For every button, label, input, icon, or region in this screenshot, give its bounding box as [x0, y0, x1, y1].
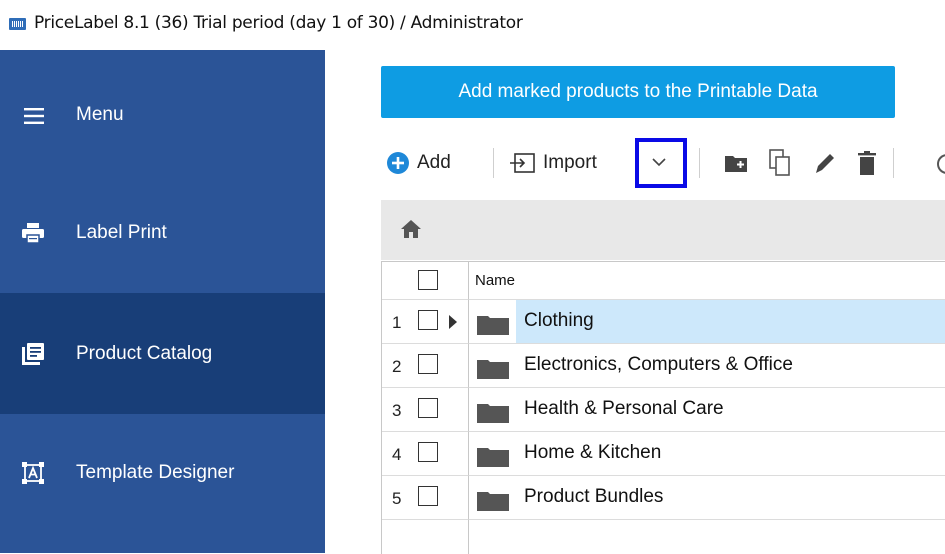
- sidebar-item-label: Template Designer: [76, 462, 235, 483]
- sidebar-item-label: Label Print: [76, 222, 167, 243]
- sidebar-item-template-designer[interactable]: Template Designer: [0, 414, 325, 535]
- table-row[interactable]: 5 Product Bundles: [382, 476, 945, 520]
- row-checkbox[interactable]: [418, 442, 438, 462]
- table-row[interactable]: 3 Health & Personal Care: [382, 388, 945, 432]
- title-bar: PriceLabel 8.1 (36) Trial period (day 1 …: [0, 0, 945, 50]
- row-name: Electronics, Computers & Office: [524, 354, 793, 375]
- row-index: 1: [392, 313, 402, 332]
- menu-label: Menu: [76, 104, 124, 125]
- template-icon: [22, 462, 44, 484]
- product-grid: Name 1 Clothing 2 Electronics, Computers…: [381, 261, 945, 554]
- folder-icon: [477, 316, 509, 335]
- folder-icon: [477, 492, 509, 511]
- printer-icon: [22, 223, 44, 244]
- row-index: 5: [392, 489, 402, 508]
- folder-icon: [477, 404, 509, 423]
- hamburger-icon: [24, 108, 44, 124]
- table-row[interactable]: 4 Home & Kitchen: [382, 432, 945, 476]
- toolbar-divider: [493, 148, 494, 178]
- sidebar-item-label: Product Catalog: [76, 343, 213, 364]
- sidebar-item-label-print[interactable]: Label Print: [0, 172, 325, 293]
- edit-pencil-icon[interactable]: [814, 151, 836, 175]
- select-all-checkbox[interactable]: [418, 270, 438, 290]
- row-checkbox[interactable]: [418, 354, 438, 374]
- delete-icon[interactable]: [858, 151, 876, 175]
- grid-divider: [468, 520, 469, 554]
- main-panel: Add marked products to the Printable Dat…: [325, 50, 945, 554]
- import-icon: [510, 153, 535, 173]
- breadcrumb: [381, 200, 945, 260]
- row-index: 4: [392, 445, 402, 464]
- table-row[interactable]: 1 Clothing: [382, 300, 945, 344]
- new-folder-icon[interactable]: [725, 153, 747, 173]
- import-dropdown-button[interactable]: [635, 138, 687, 188]
- toolbar-divider: [893, 148, 894, 178]
- row-index: 3: [392, 401, 402, 420]
- import-button[interactable]: Import: [509, 142, 597, 184]
- row-index: 2: [392, 357, 402, 376]
- row-checkbox[interactable]: [418, 398, 438, 418]
- row-name: Health & Personal Care: [524, 398, 724, 419]
- row-name: Clothing: [524, 310, 594, 331]
- catalog-icon: [22, 343, 44, 365]
- sidebar: Menu Label Print Product Catalog Templat…: [0, 50, 325, 553]
- folder-icon: [477, 448, 509, 467]
- table-row[interactable]: 2 Electronics, Computers & Office: [382, 344, 945, 388]
- sidebar-item-product-catalog[interactable]: Product Catalog: [0, 293, 325, 414]
- add-button[interactable]: Add: [387, 142, 451, 184]
- row-checkbox[interactable]: [418, 310, 438, 330]
- import-label: Import: [543, 152, 597, 173]
- more-tools-icon[interactable]: [937, 154, 945, 174]
- add-label: Add: [417, 152, 451, 173]
- home-icon[interactable]: [400, 219, 422, 239]
- app-icon: [9, 18, 26, 30]
- chevron-down-icon: [652, 158, 666, 167]
- grid-header: Name: [382, 262, 945, 300]
- toolbar: Add Import: [381, 138, 945, 188]
- menu-toggle[interactable]: Menu: [0, 50, 325, 171]
- column-header-name[interactable]: Name: [475, 272, 515, 289]
- row-name: Home & Kitchen: [524, 442, 662, 463]
- toolbar-divider: [699, 148, 700, 178]
- current-row-indicator-icon: [449, 315, 457, 329]
- row-checkbox[interactable]: [418, 486, 438, 506]
- row-name: Product Bundles: [524, 486, 664, 507]
- plus-circle-icon: [387, 152, 409, 174]
- copy-icon[interactable]: [769, 149, 791, 177]
- window-title: PriceLabel 8.1 (36) Trial period (day 1 …: [34, 13, 523, 33]
- add-marked-products-button[interactable]: Add marked products to the Printable Dat…: [381, 66, 895, 118]
- folder-icon: [477, 360, 509, 379]
